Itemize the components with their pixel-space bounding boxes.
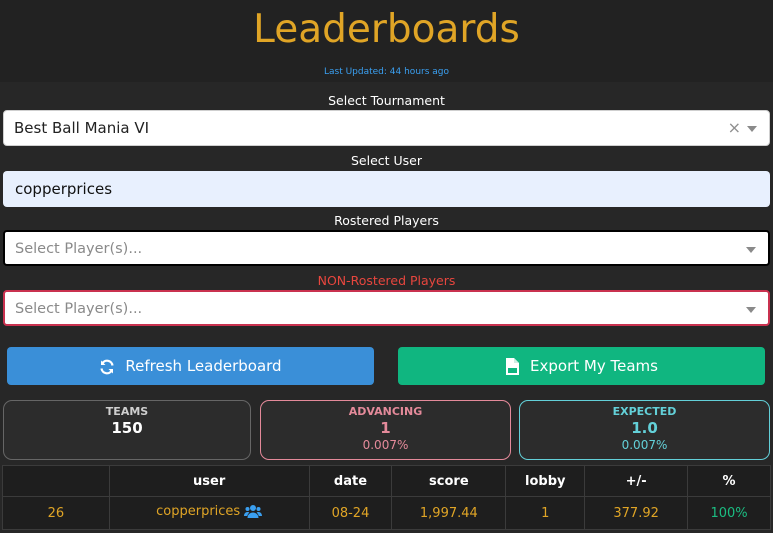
expected-card: EXPECTED 1.0 0.007% <box>519 400 770 460</box>
refresh-leaderboard-button[interactable]: Refresh Leaderboard <box>7 347 374 385</box>
advancing-pct: 0.007% <box>362 438 409 452</box>
rostered-placeholder: Select Player(s)... <box>15 241 143 257</box>
tournament-label: Select Tournament <box>328 93 445 108</box>
refresh-button-label: Refresh Leaderboard <box>125 357 282 375</box>
rostered-select[interactable]: Select Player(s)... <box>3 230 770 266</box>
user-value: copperprices <box>15 180 113 198</box>
table-header-row: user date score lobby +/- % <box>2 465 771 497</box>
advancing-card: ADVANCING 1 0.007% <box>260 400 511 460</box>
col-header-score[interactable]: score <box>391 465 507 497</box>
users-icon[interactable] <box>244 504 263 522</box>
expected-value: 1.0 <box>631 419 658 437</box>
non-rostered-select[interactable]: Select Player(s)... <box>3 290 770 326</box>
advancing-label: ADVANCING <box>348 405 423 418</box>
col-header-user[interactable]: user <box>108 465 310 497</box>
col-header-rank[interactable] <box>2 465 110 497</box>
clear-icon[interactable]: × <box>728 111 741 145</box>
cell-lobby: 1 <box>505 496 586 530</box>
last-updated: Last Updated: 44 hours ago <box>323 67 450 77</box>
cell-score: 1,997.44 <box>391 496 507 530</box>
expected-pct: 0.007% <box>621 438 668 452</box>
advancing-value: 1 <box>380 419 391 437</box>
cell-rank: 26 <box>2 496 110 530</box>
csv-file-icon <box>505 358 520 375</box>
tournament-value: Best Ball Mania VI <box>14 119 150 137</box>
col-header-pct[interactable]: % <box>687 465 771 497</box>
export-button-label: Export My Teams <box>530 357 658 375</box>
cell-pct: 100% <box>687 496 771 530</box>
leaderboard-table: user date score lobby +/- % 26 copperpri… <box>2 465 771 530</box>
cell-date: 08-24 <box>308 496 393 530</box>
cell-user[interactable]: copperprices <box>108 496 310 530</box>
table-row[interactable]: 26 copperprices 08-24 1,997.44 1 377.92 … <box>2 496 771 530</box>
tournament-select[interactable]: Best Ball Mania VI × <box>3 110 770 146</box>
export-my-teams-button[interactable]: Export My Teams <box>398 347 765 385</box>
teams-label: TEAMS <box>105 405 149 418</box>
teams-card: TEAMS 150 <box>3 400 251 460</box>
teams-value: 150 <box>111 419 143 437</box>
col-header-lobby[interactable]: lobby <box>505 465 586 497</box>
non-rostered-placeholder: Select Player(s)... <box>15 301 143 317</box>
refresh-icon <box>99 359 115 375</box>
expected-label: EXPECTED <box>612 405 677 418</box>
user-input[interactable]: copperprices <box>3 171 770 207</box>
col-header-diff[interactable]: +/- <box>584 465 689 497</box>
non-rostered-label: NON-Rostered Players <box>317 273 456 288</box>
chevron-down-icon[interactable] <box>746 307 756 313</box>
chevron-down-icon[interactable] <box>746 247 756 253</box>
user-label: Select User <box>350 153 423 168</box>
cell-user-name[interactable]: copperprices <box>156 504 240 519</box>
col-header-date[interactable]: date <box>308 465 393 497</box>
rostered-label: Rostered Players <box>334 213 439 228</box>
page-title: Leaderboards <box>253 7 520 52</box>
chevron-down-icon[interactable] <box>747 126 757 132</box>
cell-diff: 377.92 <box>584 496 689 530</box>
page-header: Leaderboards Last Updated: 44 hours ago <box>0 0 773 82</box>
